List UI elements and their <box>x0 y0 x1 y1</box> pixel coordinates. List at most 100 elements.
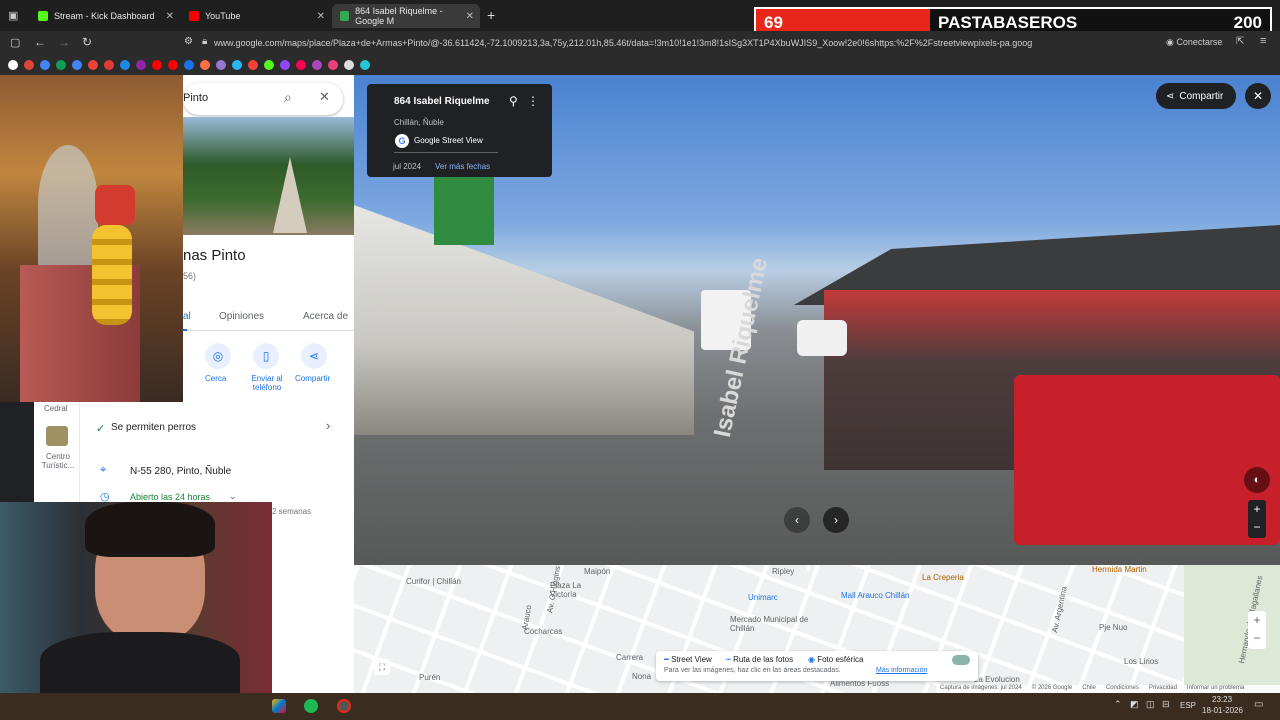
map-handle[interactable] <box>806 565 810 571</box>
bookmark-icon[interactable] <box>104 60 114 70</box>
bookmark-icon[interactable] <box>168 60 178 70</box>
nearby-icon[interactable]: ◎ <box>205 343 231 369</box>
spotify-icon[interactable] <box>304 699 318 713</box>
map-label[interactable]: Nona <box>632 672 651 681</box>
map-label[interactable]: Hermida Martin <box>1092 565 1147 574</box>
network-icon[interactable]: ⊟ <box>1162 699 1170 710</box>
sidebar-toggle-icon[interactable]: ▢ <box>10 36 20 49</box>
expand-map-icon[interactable]: ⛶ <box>374 659 390 675</box>
site-info-icon[interactable]: ⚙ <box>184 36 193 47</box>
bookmark-icon[interactable] <box>232 60 242 70</box>
bookmark-icon[interactable] <box>280 60 290 70</box>
footer-item[interactable]: Condiciones <box>1106 685 1139 693</box>
prev-arrow-icon[interactable]: ‹ <box>784 507 810 533</box>
bookmark-icon[interactable] <box>264 60 274 70</box>
new-tab-button[interactable]: + <box>487 7 495 23</box>
review-count[interactable]: 56) <box>183 271 196 281</box>
compass-icon[interactable]: ◐ <box>1244 467 1270 493</box>
nearby-label[interactable]: Centro Turístic... <box>38 452 78 470</box>
search-icon[interactable]: ⌕ <box>284 89 292 106</box>
map-label[interactable]: La Evolucion <box>974 675 1020 684</box>
map-label[interactable]: Curifor | Chillán <box>406 577 461 586</box>
chevron-right-icon[interactable]: › <box>326 418 330 433</box>
bookmark-icon[interactable] <box>120 60 130 70</box>
back-icon[interactable]: ← <box>34 35 46 49</box>
tab-opiniones[interactable]: Opiniones <box>219 311 264 322</box>
share-button[interactable]: ⋖ Compartir <box>1156 83 1236 109</box>
bookmark-icon[interactable] <box>200 60 210 70</box>
tray-chevron-icon[interactable]: ⌃ <box>1114 699 1122 710</box>
forward-icon[interactable]: → <box>58 35 70 49</box>
bookmark-icon[interactable] <box>8 60 18 70</box>
map-label[interactable]: La Creperia <box>922 573 964 582</box>
bookmark-icon[interactable] <box>72 60 82 70</box>
map-zoom-controls[interactable]: + − <box>1248 611 1266 649</box>
send-to-phone-icon[interactable]: ▯ <box>253 343 279 369</box>
nearby-thumbnail[interactable] <box>46 426 68 446</box>
profile-button[interactable]: ◉ Conectarse <box>1166 37 1222 48</box>
tab-overview[interactable]: al <box>183 311 191 322</box>
tab-acerca[interactable]: Acerca de <box>303 311 348 322</box>
location-pin-icon[interactable]: ⚲ <box>509 94 518 108</box>
address-text[interactable]: N-55 280, Pinto, Ñuble <box>130 466 231 477</box>
bookmark-icon[interactable] <box>184 60 194 70</box>
hours-text[interactable]: Abierto las 24 horas <box>130 492 210 502</box>
next-arrow-icon[interactable]: › <box>823 507 849 533</box>
bookmark-icon[interactable] <box>88 60 98 70</box>
footer-item[interactable]: Chile <box>1082 685 1096 693</box>
map-label[interactable]: Los Lirios <box>1124 657 1158 666</box>
map-label[interactable]: Mall Arauco Chillán <box>841 591 909 600</box>
language-indicator[interactable]: ESP <box>1180 701 1196 710</box>
close-tab-icon[interactable]: ✕ <box>466 11 474 22</box>
clock-time[interactable]: 23:23 <box>1212 695 1232 704</box>
more-dates-link[interactable]: Ver más fechas <box>435 162 490 171</box>
bookmark-icon[interactable] <box>40 60 50 70</box>
map-label[interactable]: Ripley <box>772 567 794 576</box>
bookmark-icon[interactable] <box>360 60 370 70</box>
bookmark-icon[interactable] <box>312 60 322 70</box>
bookmark-icon[interactable] <box>56 60 66 70</box>
footer-item[interactable]: Privacidad <box>1149 685 1177 693</box>
tray-icon[interactable]: ◫ <box>1146 699 1155 710</box>
copilot-icon[interactable] <box>272 699 286 713</box>
zoom-controls[interactable]: + − <box>1248 500 1266 538</box>
mini-map[interactable]: Curifor | Chillán Plaza La Victoria Ripl… <box>354 565 1280 693</box>
tab-kick[interactable]: Stream - Kick Dashboard ✕ <box>30 4 180 28</box>
more-vert-icon[interactable]: ⋮ <box>527 94 539 108</box>
bookmark-icon[interactable] <box>344 60 354 70</box>
bookmark-icon[interactable] <box>328 60 338 70</box>
bookmark-icon[interactable] <box>248 60 258 70</box>
nearby-label[interactable]: Cedral <box>44 404 68 413</box>
more-info-link[interactable]: Más información <box>876 667 927 674</box>
map-label[interactable]: Maipón <box>584 567 610 576</box>
map-label[interactable]: Unimarc <box>748 593 778 602</box>
street-view[interactable]: Isabel Riquelme ‹ › 864 Isabel Riquelme … <box>354 75 1280 565</box>
tray-icon[interactable]: ◩ <box>1130 699 1139 710</box>
bookmark-icon[interactable] <box>136 60 146 70</box>
url-field[interactable]: www.google.com/maps/place/Plaza+de+Armas… <box>214 34 1044 52</box>
footer-item[interactable]: Informar un problema <box>1187 685 1244 693</box>
notification-icon[interactable]: ▭ <box>1254 699 1263 710</box>
share-icon[interactable]: ⋖ <box>301 343 327 369</box>
extensions-icon[interactable]: ⇱ <box>1236 36 1244 47</box>
map-label[interactable]: Purén <box>419 673 440 682</box>
close-tab-icon[interactable]: ✕ <box>317 11 325 22</box>
tab-youtube[interactable]: YouTube ✕ <box>181 4 331 28</box>
close-tab-icon[interactable]: ✕ <box>166 11 174 22</box>
clock-date[interactable]: 18-01-2026 <box>1202 706 1243 715</box>
obs-icon[interactable] <box>337 699 351 713</box>
tab-list-icon[interactable]: ▣ <box>8 9 18 22</box>
bookmark-icon[interactable] <box>152 60 162 70</box>
map-label[interactable]: Carrera <box>616 653 643 662</box>
bookmark-icon[interactable] <box>24 60 34 70</box>
search-input[interactable]: Pinto <box>183 92 208 104</box>
tab-google-maps[interactable]: 864 Isabel Riquelme - Google M ✕ <box>332 4 480 28</box>
map-label[interactable]: Pje Nuo <box>1099 623 1127 632</box>
map-label[interactable]: Mercado Municipal de Chillán <box>730 615 814 633</box>
menu-icon[interactable]: ≡ <box>1260 35 1266 47</box>
bookmark-icon[interactable] <box>296 60 306 70</box>
close-street-view-icon[interactable]: ✕ <box>1245 83 1271 109</box>
bookmark-icon[interactable] <box>216 60 226 70</box>
reload-icon[interactable]: ↻ <box>82 35 92 49</box>
map-label[interactable]: Cocharcas <box>524 627 562 636</box>
